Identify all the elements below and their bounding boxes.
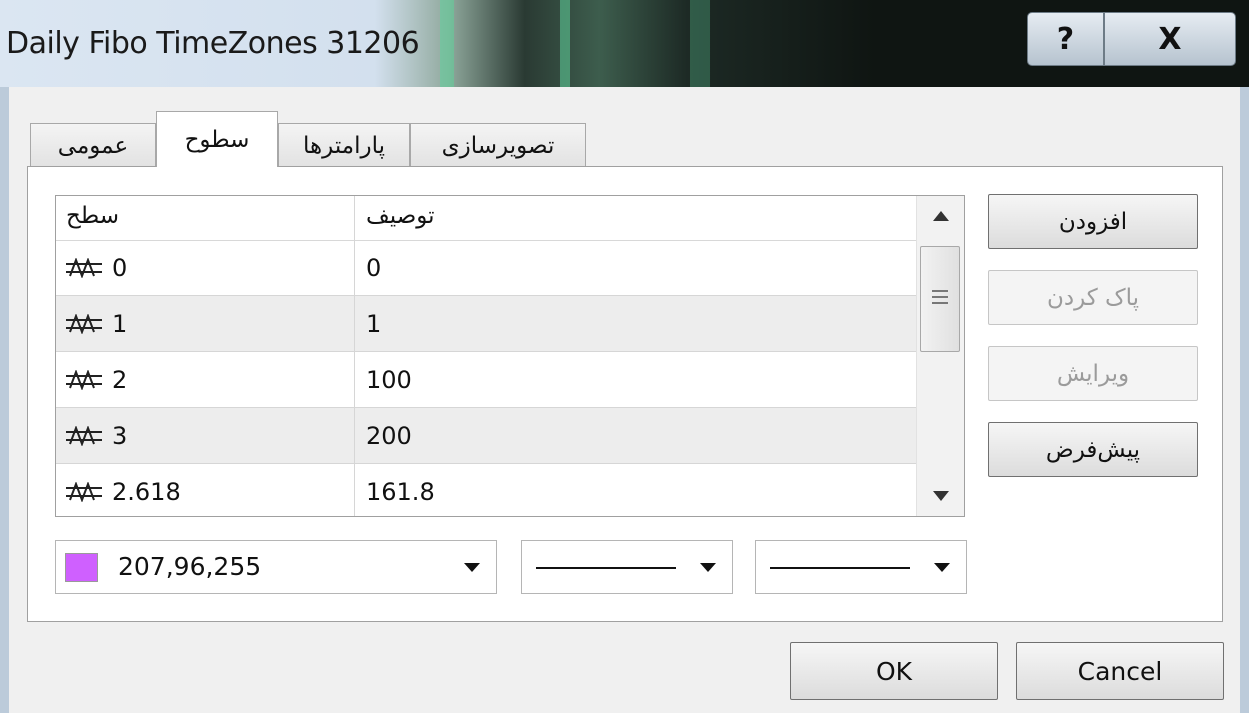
tab-general[interactable]: عمومی (30, 123, 156, 167)
dropdown-arrow-icon (934, 563, 950, 572)
level-description: 200 (366, 422, 412, 450)
add-button[interactable]: افزودن (988, 194, 1198, 249)
level-description: 100 (366, 366, 412, 394)
table-row[interactable]: 3 200 (56, 408, 916, 464)
level-description: 0 (366, 254, 382, 282)
ok-button[interactable]: OK (790, 642, 998, 700)
default-button[interactable]: پیش‌فرض (988, 422, 1198, 477)
fibo-level-icon (66, 482, 102, 502)
table-row[interactable]: 0 0 (56, 240, 916, 296)
fibo-level-icon (66, 370, 102, 390)
level-value: 2 (112, 366, 128, 394)
tab-visualization[interactable]: تصویرسازی (410, 123, 586, 167)
table-header: سطح توصیف (56, 196, 916, 241)
color-select[interactable]: 207,96,255 (55, 540, 497, 594)
line-width-preview (770, 567, 910, 569)
table-row[interactable]: 1 1 (56, 296, 916, 352)
delete-button[interactable]: پاک کردن (988, 270, 1198, 325)
close-button[interactable]: X (1104, 12, 1236, 66)
level-description: 161.8 (366, 478, 435, 506)
level-value: 1 (112, 310, 128, 338)
dropdown-arrow-icon (464, 563, 480, 572)
line-style-select[interactable] (521, 540, 733, 594)
column-divider (354, 196, 355, 516)
chevron-down-icon (933, 491, 949, 501)
background-glow (560, 0, 570, 87)
dropdown-arrow-icon (700, 563, 716, 572)
level-value: 2.618 (112, 478, 181, 506)
scroll-down-button[interactable] (917, 476, 964, 516)
title-bar: Daily Fibo TimeZones 31206 ? X (0, 0, 1249, 87)
color-swatch (65, 553, 98, 582)
window-title: Daily Fibo TimeZones 31206 (6, 26, 420, 61)
color-value: 207,96,255 (118, 552, 262, 581)
table-row[interactable]: 2.618 161.8 (56, 464, 916, 516)
background-glow (690, 0, 710, 87)
level-description: 1 (366, 310, 382, 338)
scroll-thumb[interactable] (920, 246, 960, 352)
fibo-level-icon (66, 314, 102, 334)
levels-table[interactable]: سطح توصیف 0 0 1 1 2 100 3 200 2.618 161.… (55, 195, 965, 517)
level-value: 0 (112, 254, 128, 282)
level-value: 3 (112, 422, 128, 450)
background-glow (440, 0, 454, 87)
fibo-level-icon (66, 426, 102, 446)
tab-parameters[interactable]: پارامترها (278, 123, 410, 167)
cancel-button[interactable]: Cancel (1016, 642, 1224, 700)
chevron-up-icon (933, 211, 949, 221)
tab-levels[interactable]: سطوح (156, 111, 278, 167)
help-button[interactable]: ? (1027, 12, 1104, 66)
line-width-select[interactable] (755, 540, 967, 594)
fibo-level-icon (66, 258, 102, 278)
edit-button[interactable]: ویرایش (988, 346, 1198, 401)
column-header-description[interactable]: توصیف (366, 203, 435, 229)
line-style-preview (536, 567, 676, 569)
scroll-up-button[interactable] (917, 196, 964, 236)
grip-icon (932, 290, 948, 304)
table-row[interactable]: 2 100 (56, 352, 916, 408)
column-header-level[interactable]: سطح (66, 203, 119, 229)
vertical-scrollbar[interactable] (916, 196, 964, 516)
